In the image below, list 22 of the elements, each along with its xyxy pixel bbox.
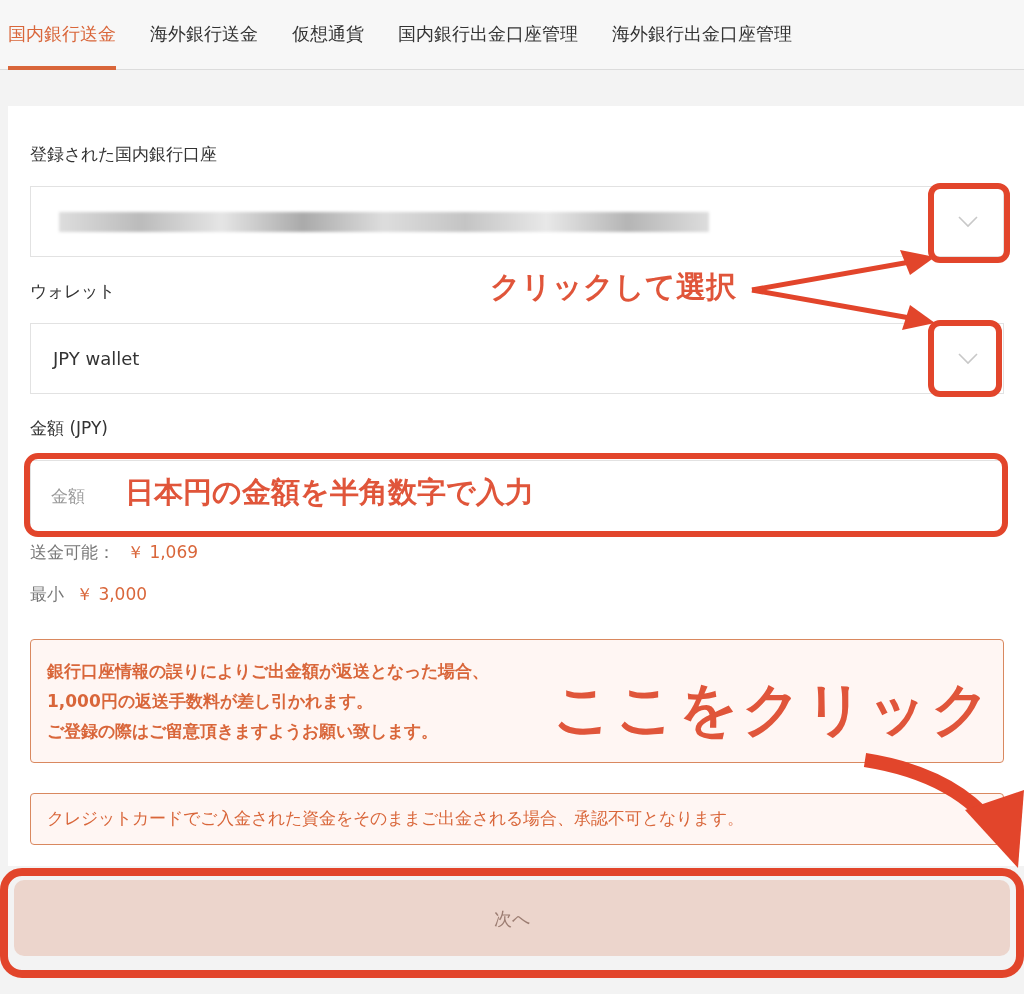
notice-text: 銀行口座情報の誤りによりご出金額が返送となった場合、 xyxy=(47,660,489,683)
tab[interactable]: 仮想通貨 xyxy=(292,0,364,70)
chevron-down-icon[interactable] xyxy=(957,351,979,366)
annotation-text: クリックして選択 xyxy=(490,272,736,302)
notice-text: ご登録の際はご留意頂きますようお願い致します。 xyxy=(47,720,438,743)
minimum-label: 最小 xyxy=(30,582,64,606)
account-select[interactable] xyxy=(30,186,1004,257)
field-label: ウォレット xyxy=(30,280,115,303)
field-label: 金額 (JPY) xyxy=(30,417,108,440)
available-amount: ￥ 1,069 xyxy=(127,541,199,564)
available-label: 送金可能： xyxy=(30,541,115,564)
tab[interactable]: 国内銀行出金口座管理 xyxy=(398,0,578,70)
tab[interactable]: 海外銀行出金口座管理 xyxy=(612,0,792,70)
minimum-amount: ￥ 3,000 xyxy=(76,582,148,606)
wallet-select[interactable]: JPY wallet xyxy=(30,323,1004,394)
annotation-text: ここをクリック xyxy=(553,680,994,738)
callout-text-overlay: 日本円の金額を半角数字で入力 xyxy=(125,478,534,507)
tab[interactable]: 海外銀行送金 xyxy=(150,0,258,70)
field-label: 登録された国内銀行口座 xyxy=(30,143,217,166)
notice-text: 1,000円の返送手数料が差し引かれます。 xyxy=(47,690,373,713)
notice-text: クレジットカードでご入金された資金をそのままご出金される場合、承認不可となります。 xyxy=(47,807,744,830)
chevron-down-icon[interactable] xyxy=(957,214,979,229)
